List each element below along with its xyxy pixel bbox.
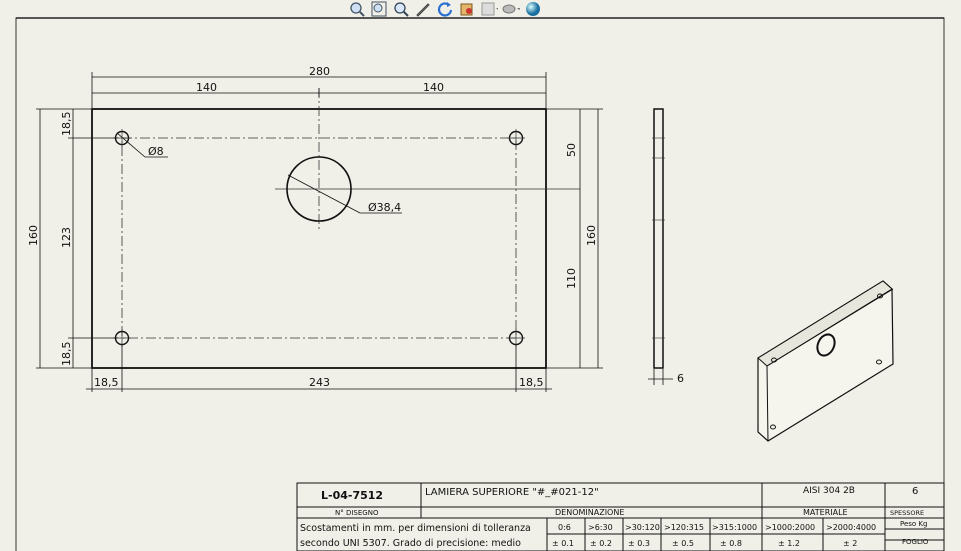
tolerance-range: >6:30: [588, 523, 613, 532]
tolerance-note-line2: secondo UNI 5307. Grado di precisione: m…: [300, 538, 521, 549]
tolerance-value: ± 0.2: [590, 539, 612, 548]
dim-edge-bottom: 18,5: [60, 342, 73, 367]
dim-hole-spacing-vertical: 123: [60, 227, 73, 248]
material-label: MATERIALE: [803, 508, 848, 517]
dim-hole-spacing-horizontal: 243: [309, 376, 330, 389]
dim-edge-left: 18,5: [94, 376, 119, 389]
sheet-border: [15, 17, 945, 551]
tolerance-ranges: 0:6 >6:30 >30:120 >120:315 >315:1000 >10…: [558, 523, 876, 532]
dim-center-offset: 50: [565, 143, 578, 157]
dim-half-left: 140: [196, 81, 217, 94]
thickness-value: 6: [912, 486, 918, 497]
dim-height-right: 160: [585, 225, 598, 246]
dim-overall-width: 280: [309, 65, 330, 78]
tolerance-value: ± 0.1: [552, 539, 574, 548]
drawing-number: L-04-7512: [321, 489, 383, 502]
dim-edge-right: 18,5: [519, 376, 544, 389]
dim-thickness: 6: [677, 372, 684, 385]
weight-label: Peso Kg: [900, 520, 927, 528]
part-name-label: DENOMINAZIONE: [555, 508, 624, 517]
tolerance-note-line1: Scostamenti in mm. per dimensioni di tol…: [300, 523, 531, 534]
tolerance-value: ± 0.8: [720, 539, 742, 548]
thickness-label: SPESSORE: [890, 509, 924, 517]
dim-lower-offset: 110: [565, 268, 578, 289]
dim-small-hole: Ø8: [148, 145, 164, 158]
drawing-number-label: N° DISEGNO: [335, 509, 379, 517]
material-value: AISI 304 2B: [803, 486, 855, 496]
dim-half-right: 140: [423, 81, 444, 94]
tolerance-range: >1000:2000: [765, 523, 815, 532]
dim-large-hole: Ø38,4: [368, 201, 401, 214]
dim-height-left: 160: [27, 225, 40, 246]
tolerance-range: >120:315: [664, 523, 704, 532]
tolerance-value: ± 1.2: [778, 539, 800, 548]
tolerance-range: >2000:4000: [826, 523, 876, 532]
tolerance-range: >315:1000: [712, 523, 757, 532]
tolerance-value: ± 2: [843, 539, 857, 548]
tolerance-value: ± 0.3: [628, 539, 650, 548]
tolerance-range: 0:6: [558, 523, 571, 532]
tolerance-range: >30:120: [625, 523, 660, 532]
tolerance-value: ± 0.5: [672, 539, 694, 548]
part-name: LAMIERA SUPERIORE "#_#021-12": [425, 487, 599, 498]
dim-edge-top: 18,5: [60, 112, 73, 137]
sheet-label: FOGLIO: [902, 538, 929, 546]
technical-drawing: Ø8 Ø38,4 280 140 140 160 123 18,5 18,5 5…: [15, 17, 945, 551]
